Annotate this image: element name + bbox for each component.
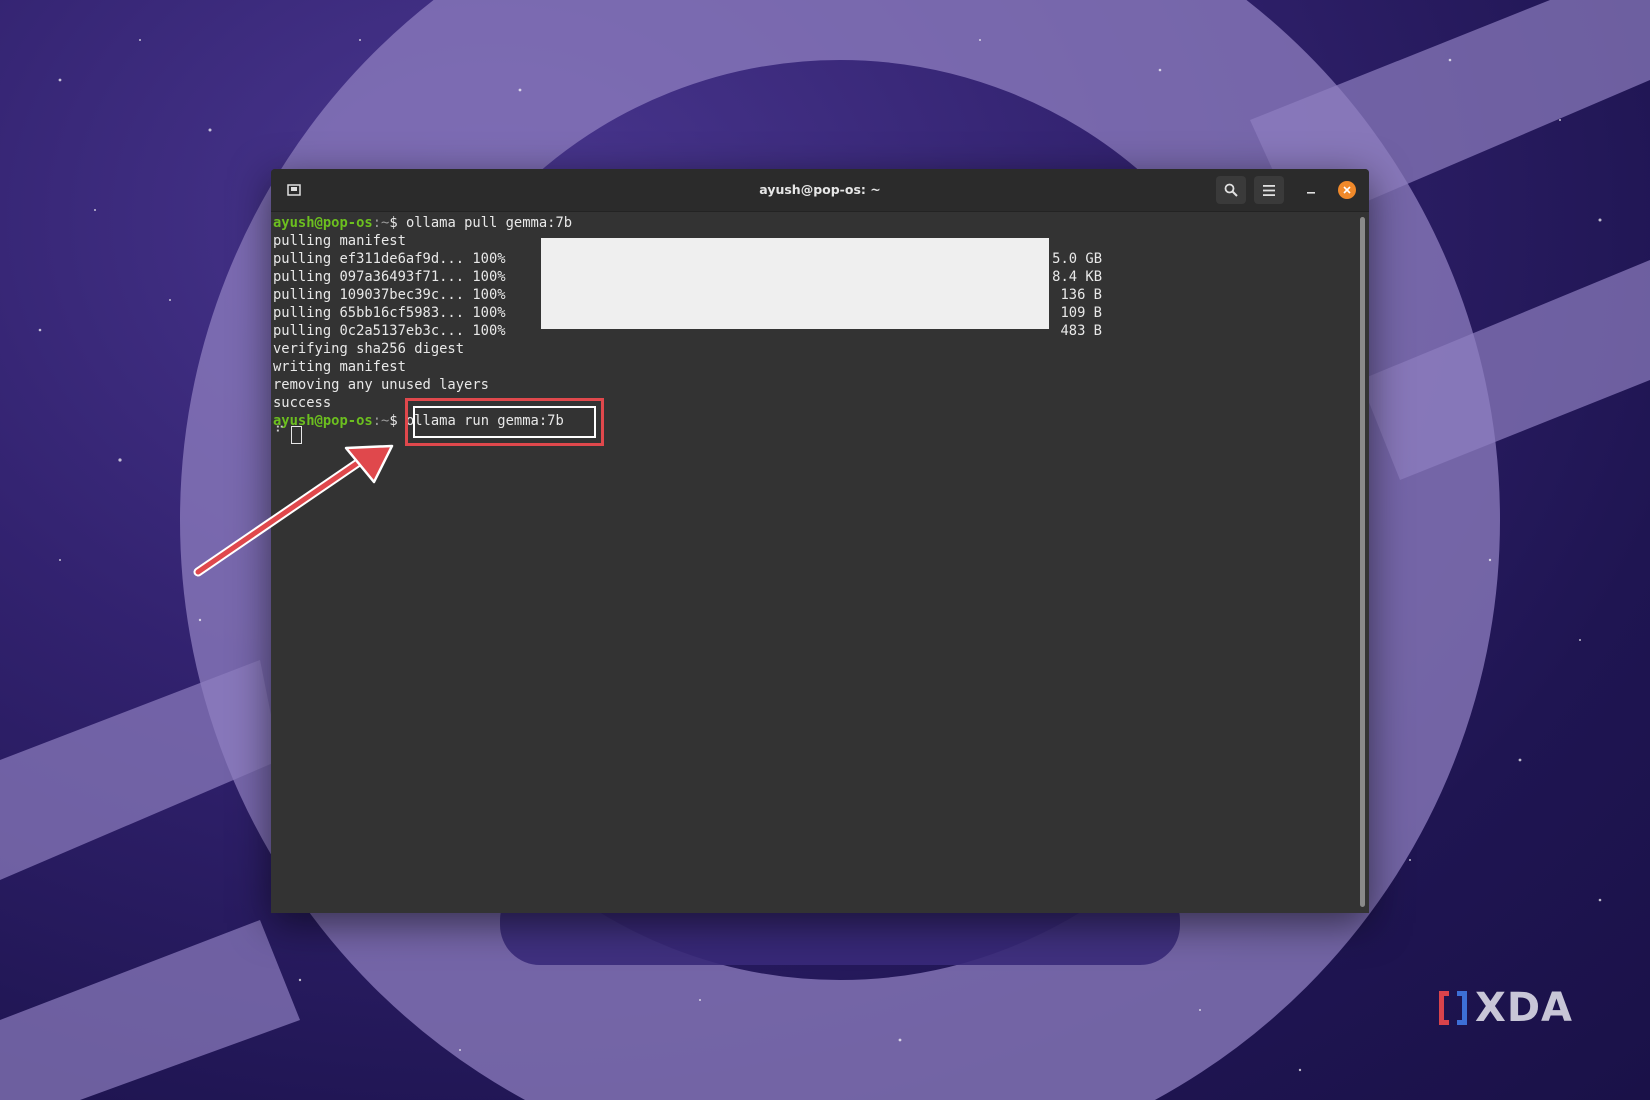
output-line: pulling 109037bec39c... 100% [273, 287, 506, 303]
progress-bar-area [541, 238, 1049, 329]
search-icon [1224, 183, 1238, 197]
close-icon [1343, 186, 1351, 194]
terminal-output[interactable]: ayush@pop-os:~$ ollama pull gemma:7b pul… [273, 212, 1369, 913]
prompt-line-1: ayush@pop-os:~$ ollama pull gemma:7b [273, 214, 572, 232]
scrollbar[interactable] [1360, 217, 1365, 907]
minimize-icon [1307, 192, 1315, 194]
annotation-highlight-inner [413, 406, 596, 438]
layer-size: 5.0 GB [1052, 251, 1102, 267]
hamburger-icon [1263, 184, 1275, 196]
prompt-dollar: $ [389, 215, 406, 231]
layer-size: 8.4 KB [1052, 269, 1102, 285]
search-button[interactable] [1216, 176, 1246, 204]
prompt-path: :~ [372, 413, 390, 429]
output-line: pulling manifest [273, 233, 406, 249]
text-cursor [291, 426, 302, 444]
minimize-button[interactable] [1296, 176, 1326, 204]
terminal-window[interactable]: ayush@pop-os: ~ ayush@pop-os:~$ ollama p… [271, 169, 1369, 913]
output-line: verifying sha256 digest [273, 341, 465, 357]
output-line: pulling 0c2a5137eb3c... 100% [273, 323, 506, 339]
output-line: pulling ef311de6af9d... 100% [273, 251, 506, 267]
xda-logo-text: XDA [1475, 985, 1573, 1031]
output-line: removing any unused layers [273, 377, 489, 393]
prompt-path: :~ [372, 215, 390, 231]
output-line: writing manifest [273, 359, 406, 375]
close-button[interactable] [1338, 181, 1356, 199]
layer-size: 136 B [1060, 287, 1102, 303]
annotation-highlight-box [405, 398, 604, 446]
menu-button[interactable] [1254, 176, 1284, 204]
output-line: success [273, 395, 332, 411]
prompt-dollar: $ [389, 413, 406, 429]
loading-spinner: ⠋ [275, 425, 285, 440]
prompt-user: ayush@pop-os [273, 413, 373, 429]
command-pull: ollama pull gemma:7b [405, 215, 573, 231]
output-line: pulling 65bb16cf5983... 100% [273, 305, 506, 321]
desktop: ayush@pop-os: ~ ayush@pop-os:~$ ollama p… [0, 0, 1650, 1100]
title-bar[interactable]: ayush@pop-os: ~ [271, 169, 1369, 212]
window-title: ayush@pop-os: ~ [759, 182, 881, 197]
layer-size: 109 B [1060, 305, 1102, 321]
layer-size: 483 B [1060, 323, 1102, 339]
xda-logo-icon [1439, 991, 1467, 1025]
prompt-user: ayush@pop-os [273, 215, 373, 231]
output-line: pulling 097a36493f71... 100% [273, 269, 506, 285]
xda-watermark: XDA [1433, 985, 1593, 1031]
